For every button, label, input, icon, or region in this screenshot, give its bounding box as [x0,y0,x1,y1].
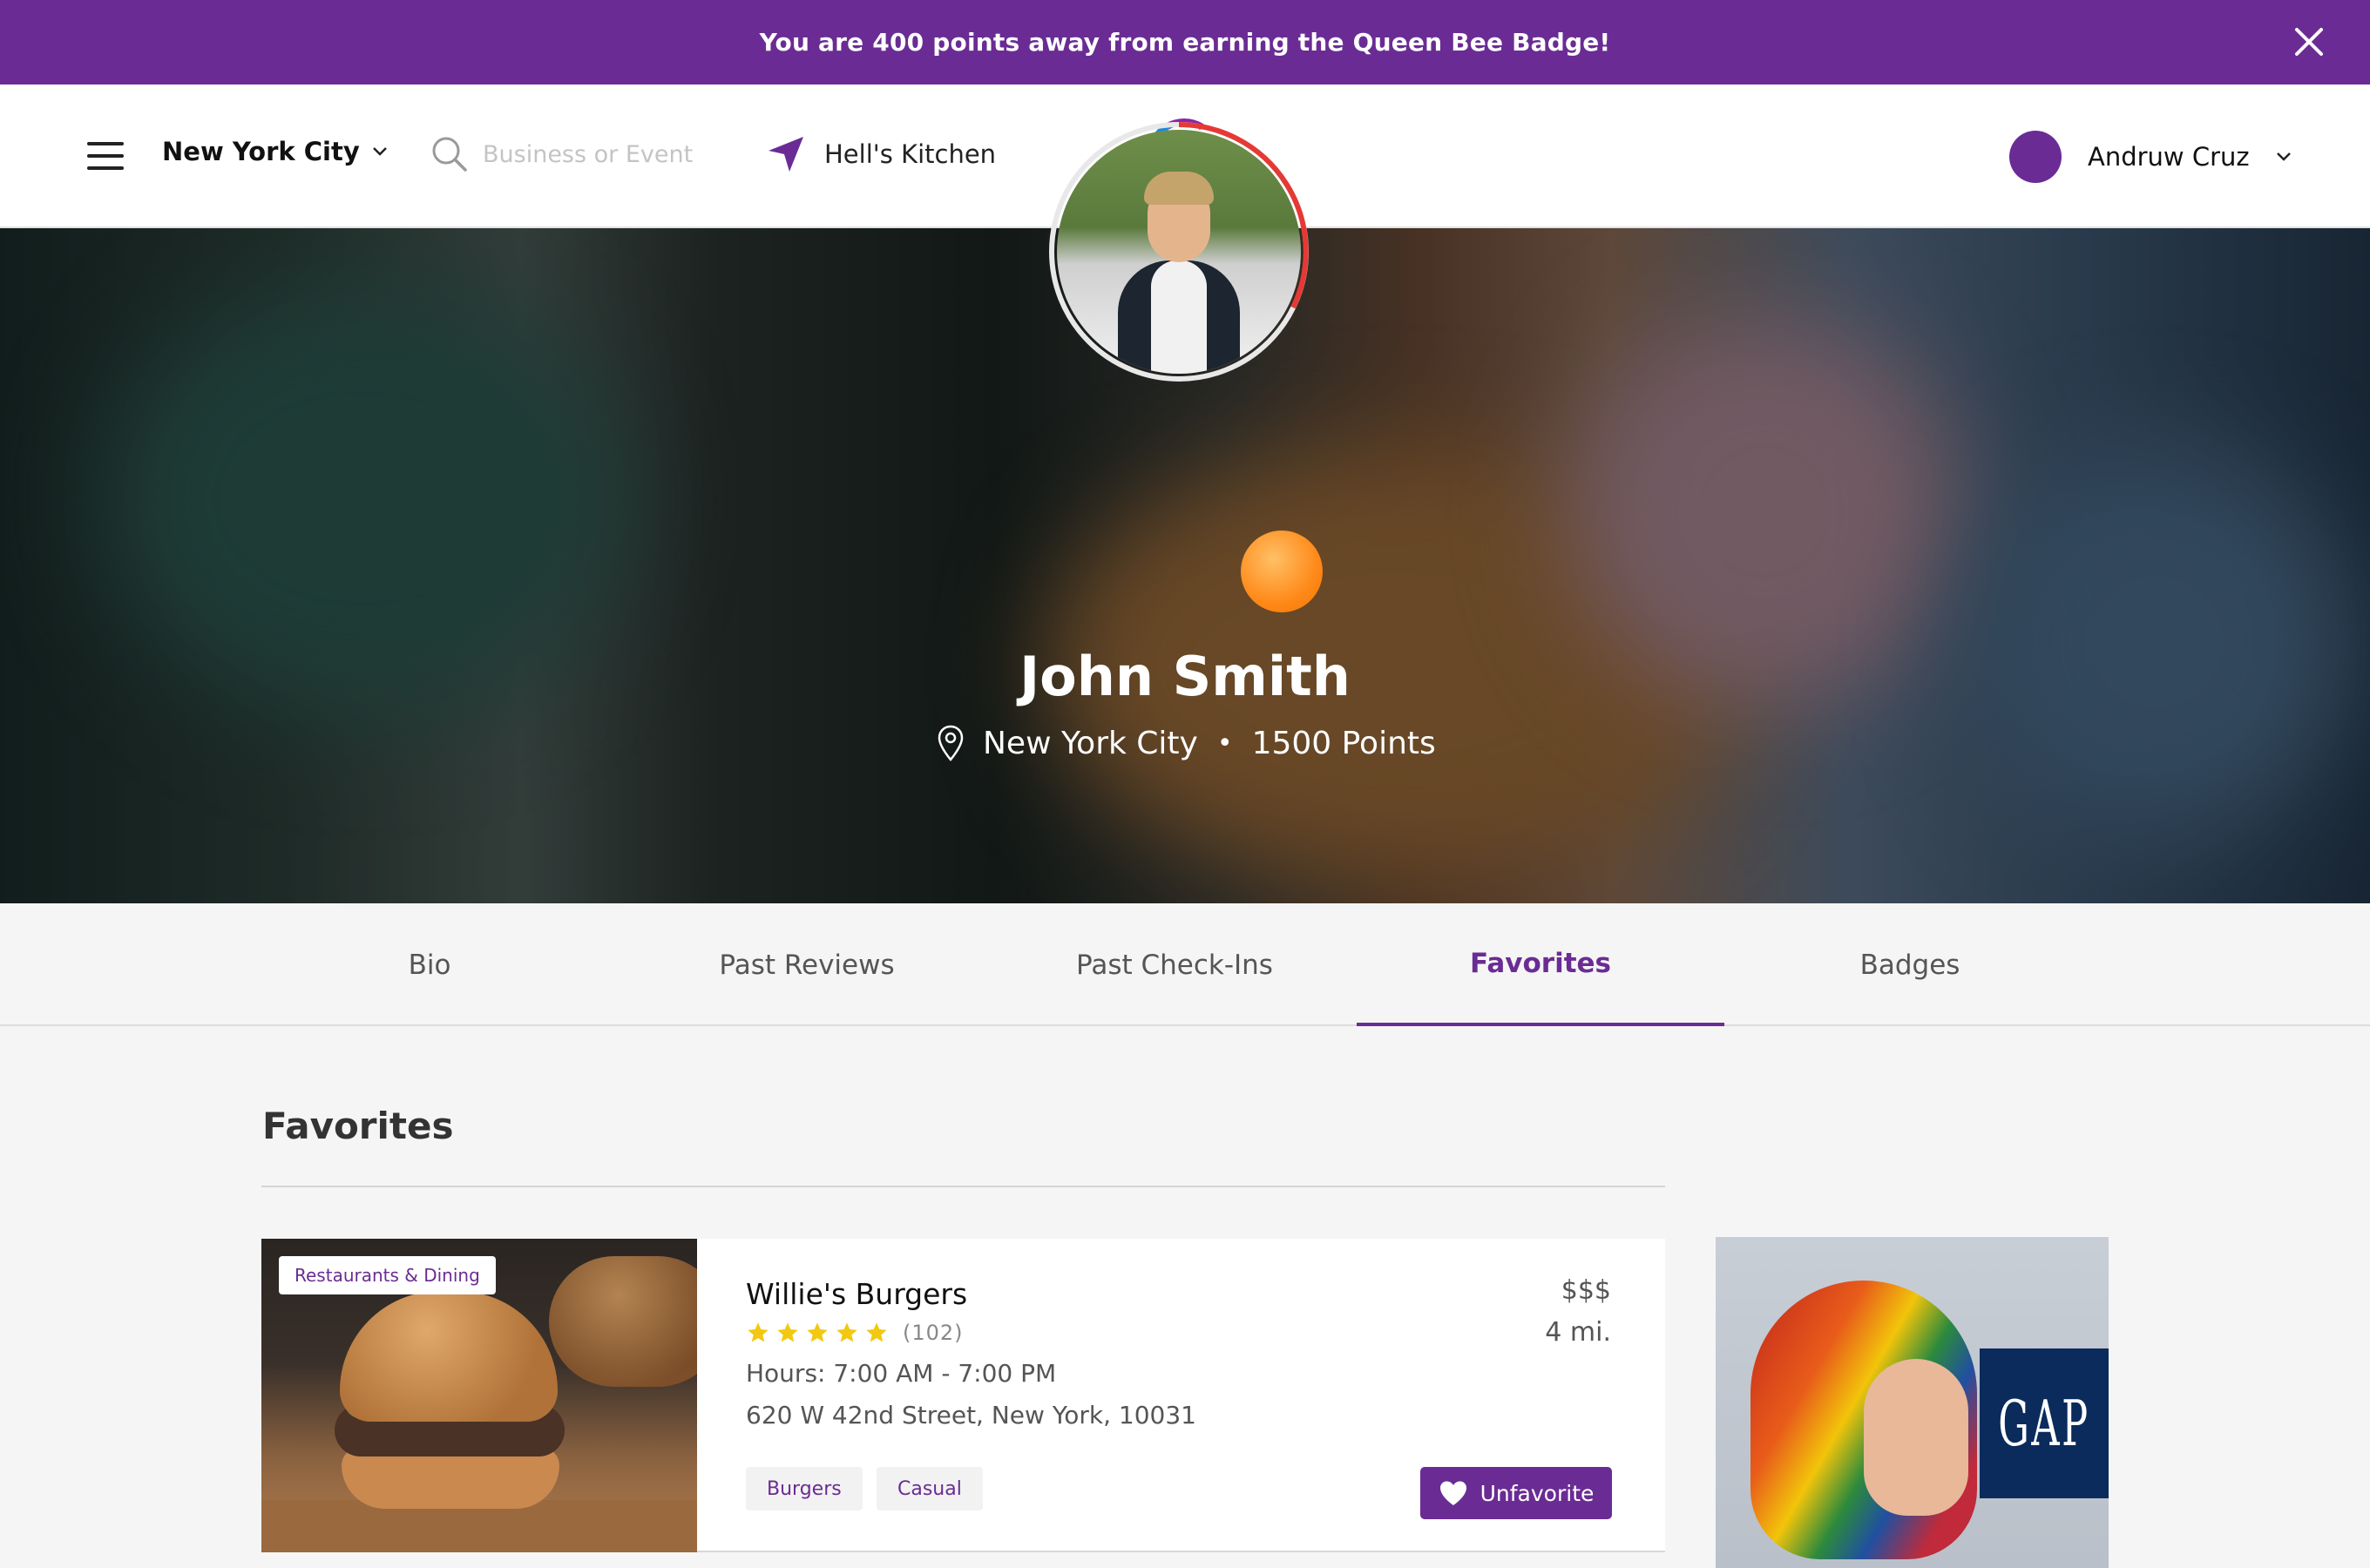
star-rating: (102) [746,1321,964,1345]
search-icon [432,137,467,172]
city-selector[interactable]: New York City [162,137,388,166]
advertisement[interactable]: GAP [1716,1237,2109,1568]
business-name[interactable]: Willie's Burgers [746,1277,967,1311]
search-input[interactable] [483,140,735,168]
neighborhood-selector[interactable]: Hell's Kitchen [767,135,996,173]
close-icon[interactable] [2293,26,2325,57]
promo-banner: You are 400 points away from earning the… [0,0,2370,84]
avatar [2009,131,2062,183]
promo-text: You are 400 points away from earning the… [759,28,1611,57]
tab-past-reviews[interactable]: Past Reviews [623,903,991,1026]
meta-separator: • [1216,727,1233,759]
favorite-card[interactable]: Restaurants & Dining Willie's Burgers (1… [261,1239,1665,1552]
user-menu[interactable]: Andruw Cruz [2009,131,2292,183]
star-icon [807,1322,828,1342]
tab-past-check-ins[interactable]: Past Check-Ins [991,903,1358,1026]
price-level: $$$ [1561,1275,1611,1306]
ad-brand-text: GAP [1998,1387,2090,1460]
business-photo[interactable]: Restaurants & Dining [261,1239,697,1552]
profile-meta: New York City • 1500 Points [938,725,1436,761]
heart-icon [1439,1481,1466,1505]
star-icon [748,1322,769,1342]
profile-points: 1500 Points [1251,725,1436,761]
profile-tabs: Bio Past Reviews Past Check-Ins Favorite… [0,903,2370,1026]
tab-badges[interactable]: Badges [1726,903,2094,1026]
ad-brand-logo: GAP [1980,1348,2109,1498]
business-hours: Hours: 7:00 AM - 7:00 PM [746,1359,1057,1388]
city-selector-label: New York City [162,137,360,166]
star-icon [836,1322,857,1342]
star-icon [866,1322,887,1342]
navigation-arrow-icon [769,137,803,172]
chevron-down-icon [2276,152,2291,161]
menu-icon[interactable] [87,142,124,170]
search-bar[interactable] [430,135,735,173]
distance: 4 mi. [1545,1317,1611,1348]
section-title: Favorites [262,1105,454,1147]
neighborhood-label: Hell's Kitchen [824,139,997,169]
profile-photo [1057,130,1301,374]
map-pin-icon [938,725,964,761]
tab-favorites[interactable]: Favorites [1357,903,1724,1026]
business-address: 620 W 42nd Street, New York, 10031 [746,1401,1196,1429]
tag-burgers[interactable]: Burgers [746,1467,863,1511]
profile-city: New York City [983,725,1198,761]
review-count: (102) [903,1321,964,1345]
category-badge: Restaurants & Dining [279,1256,496,1294]
profile-name: John Smith [1019,645,1351,708]
section-divider [261,1186,1665,1187]
star-icon [777,1322,798,1342]
tag-casual[interactable]: Casual [877,1467,983,1511]
unfavorite-label: Unfavorite [1480,1480,1595,1506]
badge-indicator [1241,531,1323,612]
tab-bio[interactable]: Bio [246,903,613,1026]
chevron-down-icon [372,147,387,156]
unfavorite-button[interactable]: Unfavorite [1420,1467,1612,1519]
user-name: Andruw Cruz [2088,142,2250,172]
